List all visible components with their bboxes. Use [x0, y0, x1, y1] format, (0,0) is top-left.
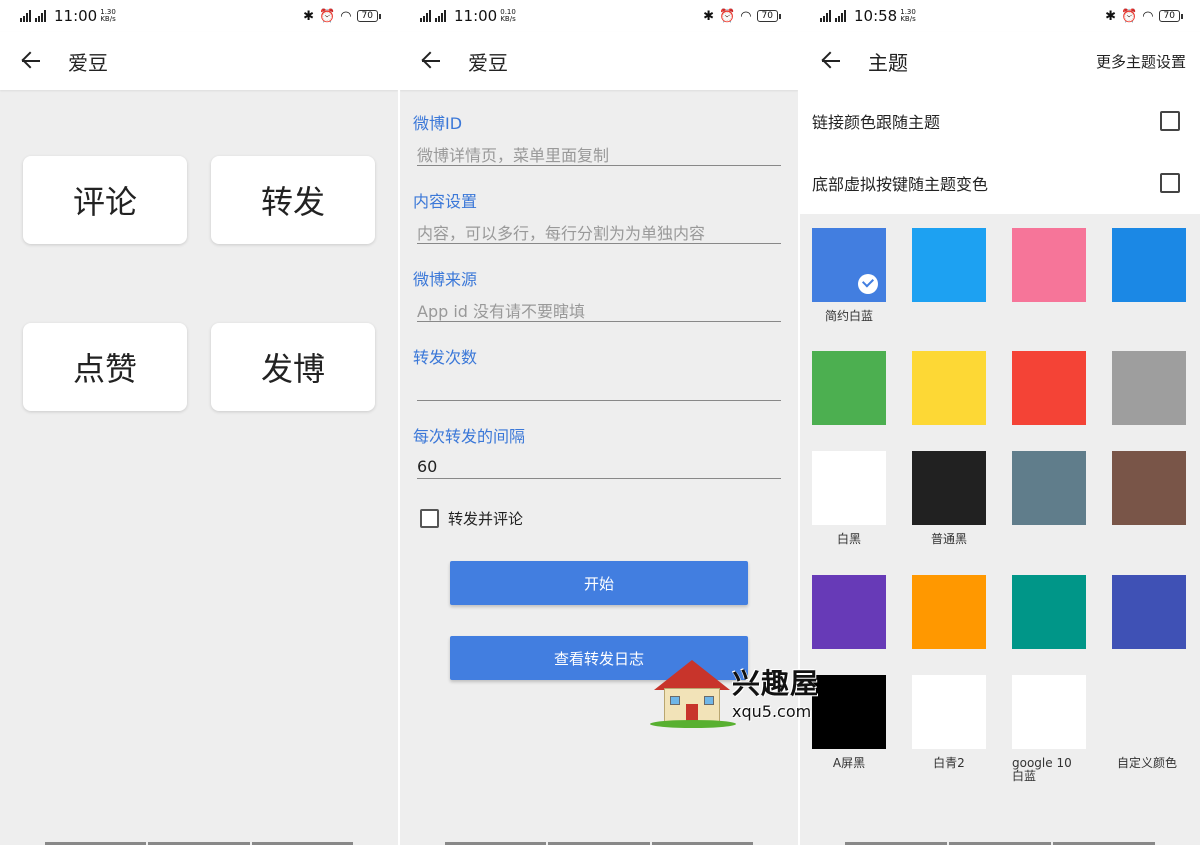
source-label: 微博来源 [413, 270, 478, 289]
start-button[interactable]: 开始 [450, 561, 748, 605]
theme-swatch[interactable] [1112, 575, 1186, 649]
interval-label: 每次转发的间隔 [413, 427, 526, 446]
status-icons: ✱ ⏰ ◠ 70 [703, 8, 782, 24]
theme-swatch[interactable] [1112, 228, 1186, 302]
signal-icon [420, 10, 431, 22]
alarm-icon: ⏰ [719, 8, 736, 24]
battery-icon: 70 [756, 10, 782, 22]
theme-swatch[interactable] [1112, 675, 1186, 749]
link-color-follow-row[interactable]: 链接颜色跟随主题 [800, 90, 1200, 152]
status-bar: 10:58 1.30 KB/s ✱ ⏰ ◠ 70 [800, 0, 1200, 32]
theme-swatch[interactable] [912, 575, 986, 649]
source-input[interactable]: App id 没有请不要瞎填 [417, 298, 781, 322]
house-roof-icon [654, 660, 730, 690]
theme-swatch[interactable] [1112, 351, 1186, 425]
theme-swatch[interactable] [912, 351, 986, 425]
status-time: 11:00 [54, 7, 98, 25]
theme-swatch[interactable] [812, 575, 886, 649]
theme-swatch[interactable] [912, 675, 986, 749]
content-input[interactable]: 内容，可以多行，每行分割为为单独内容 [417, 220, 781, 244]
signal-icon [820, 10, 831, 22]
wifi-icon: ◠ [1142, 8, 1154, 24]
theme-label: 白黑 [836, 532, 861, 546]
status-bar: 11:00 0.10 KB/s ✱ ⏰ ◠ 70 [400, 0, 798, 32]
theme-label: 简约白蓝 [824, 309, 873, 323]
comment-button[interactable]: 评论 [23, 156, 187, 244]
status-time: 10:58 [854, 7, 898, 25]
repost-count-input[interactable] [417, 377, 781, 401]
theme-swatch[interactable] [812, 451, 886, 525]
theme-label: 自定义颜色 [1116, 756, 1177, 770]
theme-swatch[interactable] [912, 451, 986, 525]
alarm-icon: ⏰ [1121, 8, 1138, 24]
battery-icon: 70 [1158, 10, 1184, 22]
theme-swatch[interactable] [1112, 451, 1186, 525]
theme-swatch[interactable] [912, 228, 986, 302]
repost-comment-label: 转发并评论 [448, 510, 524, 528]
bluetooth-icon: ✱ [703, 8, 715, 24]
back-arrow-icon[interactable] [422, 51, 444, 71]
screen-idol-menu: 11:00 1.30 KB/s ✱ ⏰ ◠ 70 爱豆 评论 转发 点赞 发博 [0, 0, 398, 845]
theme-label: A屏黑 [832, 756, 866, 770]
app-bar: 主题 更多主题设置 [800, 32, 1200, 90]
theme-swatch[interactable] [812, 351, 886, 425]
status-bar: 11:00 1.30 KB/s ✱ ⏰ ◠ 70 [0, 0, 398, 32]
theme-swatch[interactable] [1012, 451, 1086, 525]
theme-swatch[interactable] [1012, 575, 1086, 649]
status-icons: ✱ ⏰ ◠ 70 [1105, 8, 1184, 24]
network-speed: 0.10 KB/s [500, 8, 516, 23]
signal-icon [20, 10, 31, 22]
status-icons: ✱ ⏰ ◠ 70 [303, 8, 382, 24]
page-title: 爱豆 [68, 50, 108, 75]
theme-swatch[interactable] [1012, 351, 1086, 425]
page-title: 爱豆 [468, 50, 508, 75]
theme-label: google 10 白蓝 [1012, 756, 1072, 783]
theme-label: 白青2 [933, 756, 965, 770]
signal-icon [835, 10, 846, 22]
screen-theme: 10:58 1.30 KB/s ✱ ⏰ ◠ 70 主题 更多主题设置 链接颜色跟随… [800, 0, 1200, 845]
repost-button[interactable]: 转发 [211, 156, 375, 244]
navkey-color-follow-row[interactable]: 底部虚拟按键随主题变色 [800, 152, 1200, 214]
more-theme-settings-button[interactable]: 更多主题设置 [1096, 51, 1186, 72]
bluetooth-icon: ✱ [1105, 8, 1117, 24]
battery-icon: 70 [356, 10, 382, 22]
theme-label: 普通黑 [930, 532, 967, 546]
network-speed: 1.30 KB/s [100, 8, 116, 23]
watermark-text: 兴趣屋 [732, 667, 820, 700]
repost-count-label: 转发次数 [413, 348, 478, 367]
content-label: 内容设置 [413, 192, 478, 211]
repost-comment-checkbox[interactable] [420, 509, 439, 528]
interval-input[interactable]: 60 [417, 455, 781, 479]
watermark-logo: 兴趣屋 xqu5.com [650, 656, 830, 728]
bluetooth-icon: ✱ [303, 8, 315, 24]
weibo-id-input[interactable]: 微博详情页，菜单里面复制 [417, 142, 781, 166]
link-color-follow-label: 链接颜色跟随主题 [812, 113, 941, 132]
alarm-icon: ⏰ [319, 8, 336, 24]
weibo-id-label: 微博ID [413, 114, 463, 133]
status-time: 11:00 [454, 7, 498, 25]
watermark-url: xqu5.com [732, 702, 812, 721]
back-arrow-icon[interactable] [822, 51, 844, 71]
signal-icon [35, 10, 46, 22]
wifi-icon: ◠ [740, 8, 752, 24]
theme-swatch[interactable] [812, 228, 886, 302]
like-button[interactable]: 点赞 [23, 323, 187, 411]
signal-icon [435, 10, 446, 22]
theme-swatch[interactable] [1012, 228, 1086, 302]
navkey-color-follow-checkbox[interactable] [1160, 173, 1180, 193]
link-color-follow-checkbox[interactable] [1160, 111, 1180, 131]
page-title: 主题 [868, 50, 908, 75]
theme-swatch[interactable] [1012, 675, 1086, 749]
network-speed: 1.30 KB/s [900, 8, 916, 23]
app-bar: 爱豆 [400, 32, 798, 90]
wifi-icon: ◠ [340, 8, 352, 24]
navkey-color-follow-label: 底部虚拟按键随主题变色 [812, 175, 989, 194]
app-bar: 爱豆 [0, 32, 398, 90]
theme-settings: 链接颜色跟随主题 底部虚拟按键随主题变色 [800, 90, 1200, 214]
back-arrow-icon[interactable] [22, 51, 44, 71]
repost-comment-row[interactable]: 转发并评论 [420, 508, 523, 529]
post-button[interactable]: 发博 [211, 323, 375, 411]
selected-check-icon [858, 274, 878, 294]
